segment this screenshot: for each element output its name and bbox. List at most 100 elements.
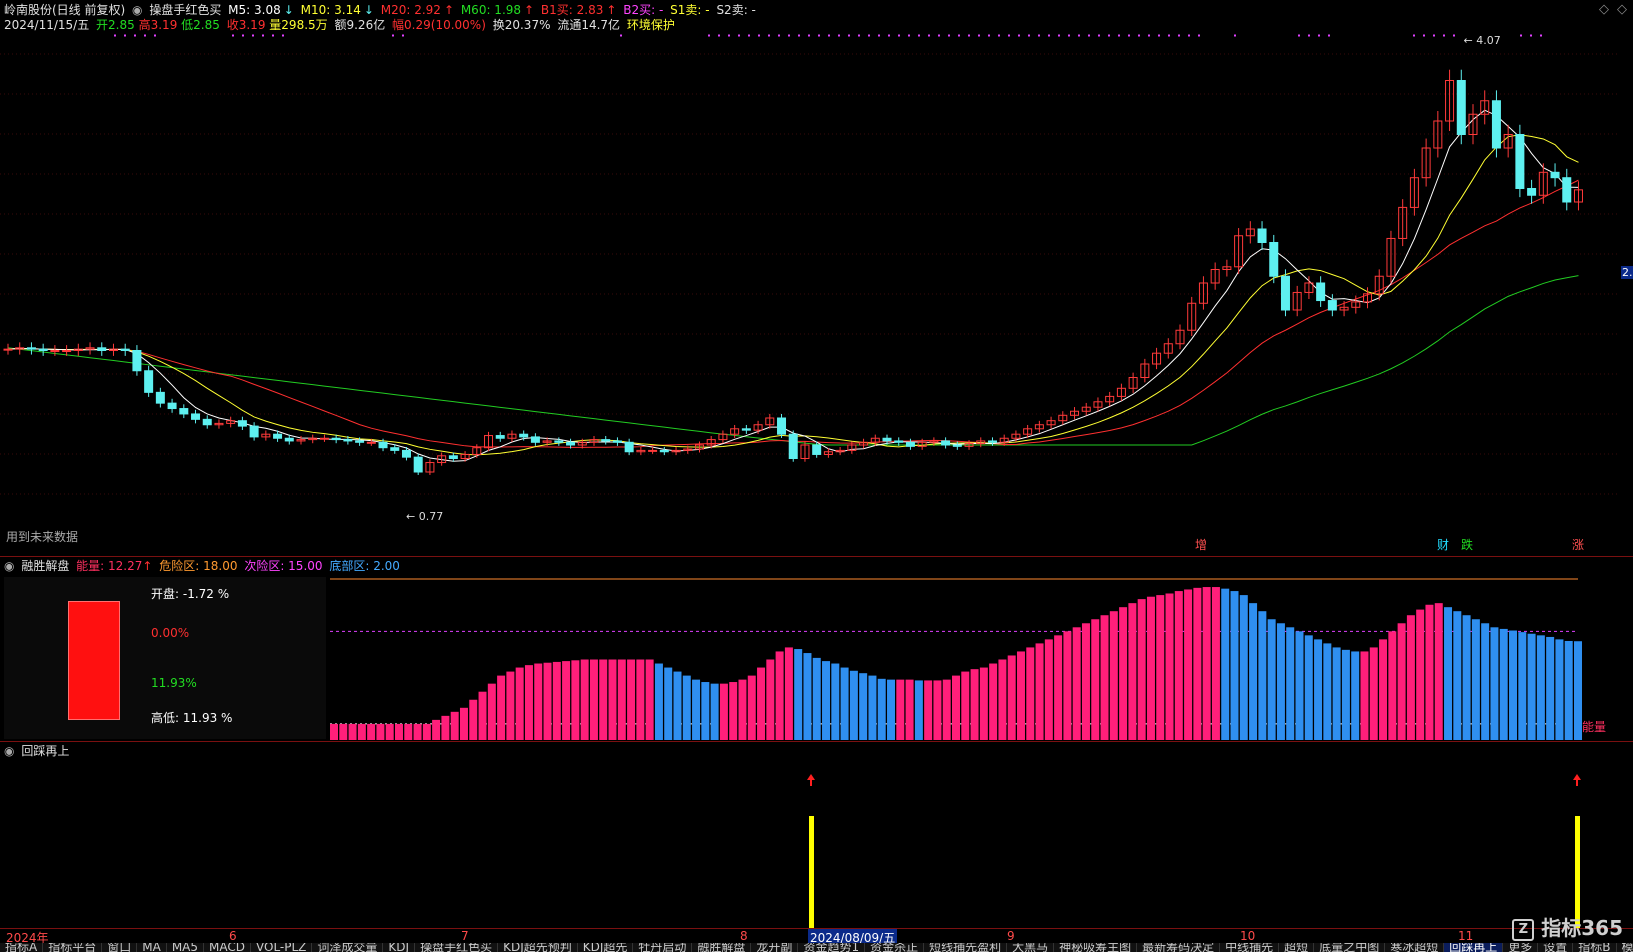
collapse-icon[interactable]: ◉ <box>4 559 14 573</box>
candle-body <box>882 437 892 442</box>
tab-14[interactable]: 龙开副 <box>751 943 799 952</box>
indicator1-chart[interactable] <box>0 577 1633 742</box>
indicator2-title[interactable]: 回踩再上 <box>21 744 69 758</box>
candle-body <box>167 402 177 410</box>
quote-float: 流通14.7亿 <box>557 18 621 32</box>
tab-11[interactable]: KDJ超先 <box>578 943 634 952</box>
tab-7[interactable]: 词泽成交量 <box>312 943 384 952</box>
energy-bar <box>1091 619 1100 740</box>
collapse-icon[interactable]: ◉ <box>4 744 14 758</box>
energy-bar <box>385 723 394 740</box>
s2-value: S2卖: - <box>716 3 756 17</box>
quote-turnover: 换20.37% <box>492 18 551 32</box>
tab-8[interactable]: KDJ <box>383 943 416 952</box>
energy-bar <box>719 683 728 740</box>
tab-17[interactable]: 短线捕先盈利 <box>924 943 1008 952</box>
energy-bar <box>515 667 524 740</box>
energy-bar <box>868 675 877 740</box>
candle-body <box>566 441 576 446</box>
tab-15[interactable]: 资金趋势1 <box>798 943 866 952</box>
tab-20[interactable]: 最新筹码决定 <box>1137 943 1221 952</box>
energy-bar <box>766 659 775 740</box>
window-control-icon[interactable]: ◇ <box>1617 2 1627 17</box>
candle-body <box>343 439 353 442</box>
candle-body <box>905 441 915 447</box>
candle-body <box>319 437 329 440</box>
stock-name[interactable]: 岭南股份(日线 前复权) <box>4 3 125 17</box>
pane-divider[interactable] <box>0 556 1633 557</box>
energy-bar <box>1295 631 1304 740</box>
tab-10[interactable]: KDJ超先预判 <box>498 943 578 952</box>
candle-body <box>237 420 247 427</box>
tab-16[interactable]: 资金杀正 <box>865 943 925 952</box>
tab-26[interactable]: 更多 <box>1503 943 1539 952</box>
energy-bar <box>1499 628 1508 740</box>
tab-27[interactable]: 设置 <box>1538 943 1574 952</box>
tab-2[interactable]: 窗口 <box>102 943 138 952</box>
energy-bar <box>1490 627 1499 740</box>
tab-29[interactable]: 模板 <box>1617 943 1633 952</box>
candle-body <box>378 441 388 449</box>
energy-bar <box>822 661 831 740</box>
up-arrow-icon: ↑ <box>606 3 617 17</box>
energy-bar <box>1341 649 1350 740</box>
energy-bar <box>942 679 951 740</box>
window-control-icon[interactable]: ◇ <box>1599 2 1609 17</box>
axis-month: 7 <box>461 929 469 943</box>
ma5-line <box>7 109 1579 462</box>
axis-month: 8 <box>740 929 748 943</box>
energy-bar <box>784 647 793 740</box>
axis-month: 6 <box>229 929 237 943</box>
quote-open: 开2.85 <box>96 18 135 32</box>
tab-28[interactable]: 指标B <box>1573 943 1617 952</box>
energy-bar <box>404 723 413 740</box>
energy-bar <box>682 675 691 740</box>
price-chart[interactable]: ← 4.07 ← 0.77 增 财跌 涨 <box>0 34 1633 556</box>
tab-23[interactable]: 底量之中图 <box>1314 943 1386 952</box>
tab-24[interactable]: 寒冰超短 <box>1385 943 1445 952</box>
tab-4[interactable]: MA5 <box>167 943 205 952</box>
quote-env[interactable]: 环境保护 <box>627 18 675 32</box>
candle-body <box>1491 100 1501 149</box>
pane-divider[interactable] <box>0 741 1633 742</box>
candle-body <box>1257 228 1267 243</box>
tab-1[interactable]: 指标平台 <box>43 943 103 952</box>
candle-body <box>987 440 997 443</box>
ma5-value: M5: 3.08 <box>228 3 281 17</box>
tab-25[interactable]: 回踩再上 <box>1444 943 1504 952</box>
tab-5[interactable]: MACD <box>204 943 251 952</box>
tab-13[interactable]: 融胜解盘 <box>692 943 752 952</box>
energy-bar <box>1527 633 1536 740</box>
energy-bar <box>1184 589 1193 740</box>
candle-body <box>1280 275 1290 311</box>
tab-19[interactable]: 神秘吸筹主图 <box>1054 943 1138 952</box>
tab-12[interactable]: 牡丹启动 <box>633 943 693 952</box>
energy-bar <box>543 662 552 740</box>
indicator2-chart[interactable] <box>0 760 1633 928</box>
energy-bar <box>506 671 515 740</box>
tab-0[interactable]: 指标A <box>0 943 44 952</box>
energy-bar <box>1564 640 1573 740</box>
tab-6[interactable]: VOL-PLZ <box>251 943 313 952</box>
collapse-icon[interactable]: ◉ <box>132 3 142 17</box>
candle-body <box>519 433 529 438</box>
energy-bar <box>1128 603 1137 740</box>
energy-bar <box>599 659 608 740</box>
quote-high: 高3.19 <box>138 18 178 32</box>
energy-bar <box>422 723 431 740</box>
energy-bar <box>1054 635 1063 740</box>
candle-body <box>132 350 142 372</box>
tab-18[interactable]: 大黑马 <box>1007 943 1055 952</box>
tab-9[interactable]: 操盘手红色买 <box>415 943 499 952</box>
tab-21[interactable]: 中线捕先 <box>1220 943 1280 952</box>
axis-month: 11 <box>1458 929 1474 943</box>
indicator1-title[interactable]: 融胜解盘 <box>21 559 69 573</box>
energy-bar <box>1444 607 1453 740</box>
right-price-label: 2. <box>1621 266 1633 279</box>
strategy-name[interactable]: 操盘手红色买 <box>149 3 221 17</box>
down-arrow-icon: ↓ <box>283 3 294 17</box>
energy-bar <box>775 651 784 740</box>
tab-22[interactable]: 超短 <box>1279 943 1315 952</box>
tab-3[interactable]: MA <box>137 943 167 952</box>
b1-value: B1买: 2.83 <box>540 3 604 17</box>
